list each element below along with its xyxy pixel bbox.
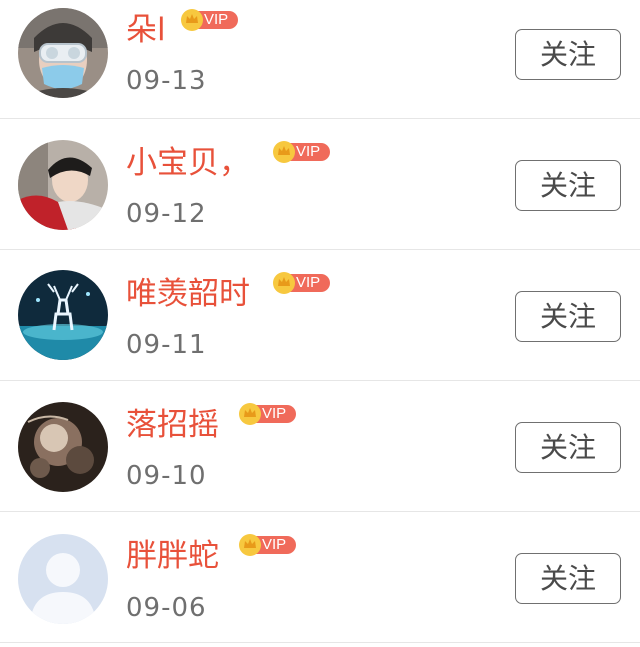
vip-badge: VIP xyxy=(180,8,238,32)
list-item[interactable]: 胖胖蛇 VIP 09-06 关注 xyxy=(0,512,640,643)
username[interactable]: 胖胖蛇 xyxy=(126,536,219,576)
vip-label: VIP xyxy=(204,11,229,28)
follow-button[interactable]: 关注 xyxy=(515,422,621,473)
avatar[interactable] xyxy=(18,534,108,624)
avatar[interactable] xyxy=(18,270,108,360)
follow-date: 09-10 xyxy=(126,461,207,491)
vip-badge: VIP xyxy=(272,140,330,164)
avatar[interactable] xyxy=(18,402,108,492)
follow-date: 09-06 xyxy=(126,593,207,623)
vip-badge: VIP xyxy=(238,402,296,426)
vip-label: VIP xyxy=(262,405,287,422)
follow-date: 09-12 xyxy=(126,199,207,229)
username[interactable]: 落招摇 xyxy=(126,405,219,445)
vip-label: VIP xyxy=(296,143,321,160)
list-item[interactable]: 朵l VIP 09-13 关注 xyxy=(0,0,640,119)
avatar[interactable] xyxy=(18,8,108,98)
list-item[interactable]: 小宝贝， VIP 09-12 关注 xyxy=(0,119,640,250)
follow-date: 09-13 xyxy=(126,66,207,96)
follow-button[interactable]: 关注 xyxy=(515,291,621,342)
list-item[interactable]: 落招摇 VIP 09-10 关注 xyxy=(0,381,640,512)
vip-label: VIP xyxy=(296,274,321,291)
username[interactable]: 朵l xyxy=(126,10,166,50)
username[interactable]: 小宝贝， xyxy=(126,143,250,183)
follow-date: 09-11 xyxy=(126,330,207,360)
vip-badge: VIP xyxy=(272,271,330,295)
username[interactable]: 唯羡韶时 xyxy=(126,274,250,314)
vip-badge: VIP xyxy=(238,533,296,557)
follow-button[interactable]: 关注 xyxy=(515,160,621,211)
list-item[interactable]: 唯羡韶时 VIP 09-11 关注 xyxy=(0,250,640,381)
avatar[interactable] xyxy=(18,140,108,230)
follow-button[interactable]: 关注 xyxy=(515,29,621,80)
follow-button[interactable]: 关注 xyxy=(515,553,621,604)
follower-list: 朵l VIP 09-13 关注 小宝贝， VIP 09-12 关注 唯羡韶时 V… xyxy=(0,0,640,647)
vip-label: VIP xyxy=(262,536,287,553)
